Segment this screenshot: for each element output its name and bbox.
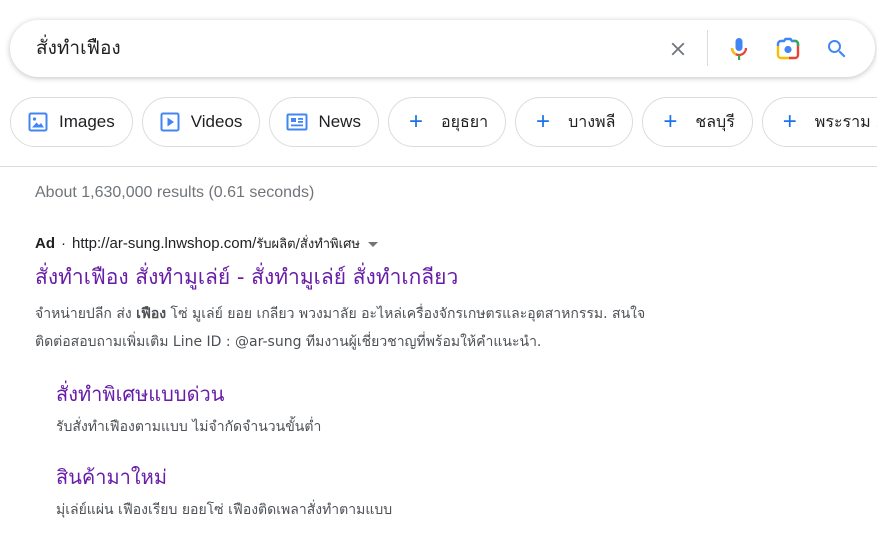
ad-desc-text: โซ่ มูเล่ย์ ยอย เกลียว พวงมาลัย อะไหล่เค… — [166, 306, 646, 322]
search-button[interactable] — [822, 34, 852, 64]
ad-description-line-1: จำหน่ายปลีก ส่ง เฟือง โซ่ มูเล่ย์ ยอย เก… — [35, 300, 835, 328]
ad-display-url: http://ar-sung.lnwshop.com/รับผลิต/สั่งท… — [72, 233, 360, 254]
chip-label: Images — [59, 112, 115, 131]
search-divider — [707, 30, 708, 66]
ad-url-path: รับผลิต/สั่งทำพิเศษ — [256, 237, 360, 252]
plus-icon: + — [663, 108, 678, 135]
chip-label: พระราม 2 — [814, 111, 877, 131]
separator-dot: · — [61, 235, 66, 252]
lens-camera-icon — [776, 37, 800, 60]
chip-label: ชลบุรี — [695, 111, 735, 131]
search-input[interactable] — [36, 32, 636, 64]
sitelink: สั่งทำพิเศษแบบด่วน รับสั่งทำเฟืองตามแบบ … — [56, 378, 321, 438]
plus-icon: + — [408, 108, 423, 135]
voice-search-button[interactable] — [724, 34, 754, 64]
ad-label: Ad — [35, 235, 55, 252]
ad-options-caret-icon[interactable] — [367, 242, 378, 247]
chip-ayutthaya[interactable]: + อยุธยา — [387, 97, 507, 147]
ad-url-prefix: http://ar-sung.lnwshop.com/ — [72, 235, 257, 252]
result-stats: About 1,630,000 results (0.61 seconds) — [35, 184, 315, 201]
newspaper-icon — [286, 111, 308, 133]
chip-chonburi[interactable]: + ชลบุรี — [642, 97, 753, 147]
plus-icon: + — [536, 108, 551, 135]
sitelink-title[interactable]: สั่งทำพิเศษแบบด่วน — [56, 378, 321, 410]
header-divider — [0, 166, 877, 167]
chip-label: อยุธยา — [440, 111, 489, 131]
ad-desc-highlight: เฟือง — [136, 306, 167, 322]
chip-label: บางพลี — [568, 111, 616, 131]
chip-news[interactable]: News — [269, 97, 379, 147]
lens-search-button[interactable] — [773, 34, 803, 64]
mic-icon — [730, 38, 748, 60]
clear-button[interactable] — [663, 34, 693, 64]
chip-rama-2[interactable]: + พระราม 2 — [761, 97, 877, 147]
sitelink: สินค้ามาใหม่ มุ่เล่ย์แผ่น เฟืองเรียบ ยอย… — [56, 461, 392, 521]
search-box — [10, 20, 875, 77]
chip-bang-phli[interactable]: + บางพลี — [515, 97, 634, 147]
image-icon — [27, 111, 49, 133]
ad-url-line: Ad · http://ar-sung.lnwshop.com/รับผลิต/… — [35, 233, 378, 254]
chip-images[interactable]: Images — [10, 97, 133, 147]
sitelink-title[interactable]: สินค้ามาใหม่ — [56, 461, 392, 493]
search-chips: Images Videos News + อยุธยา + บางพลี + ช… — [10, 97, 877, 147]
ad-title-link[interactable]: สั่งทำเฟือง สั่งทำมูเล่ย์ - สั่งทำมูเล่ย… — [35, 261, 458, 294]
chip-label: Videos — [190, 112, 243, 131]
ad-description: จำหน่ายปลีก ส่ง เฟือง โซ่ มูเล่ย์ ยอย เก… — [35, 300, 835, 356]
sitelink-description: รับสั่งทำเฟืองตามแบบ ไม่จำกัดจำนวนขั้นต่… — [56, 419, 322, 435]
sitelink-description: มุ่เล่ย์แผ่น เฟืองเรียบ ยอยโซ่ เฟืองติดเ… — [56, 502, 393, 518]
ad-desc-text: จำหน่ายปลีก ส่ง — [35, 306, 137, 322]
chip-videos[interactable]: Videos — [141, 97, 261, 147]
ad-description-line-2: ติดต่อสอบถามเพิ่มเติม Line ID : @ar-sung… — [35, 334, 542, 350]
search-icon — [828, 40, 846, 58]
chip-label: News — [318, 112, 361, 131]
clear-icon — [671, 42, 685, 56]
plus-icon: + — [782, 108, 797, 135]
video-play-icon — [159, 111, 181, 133]
